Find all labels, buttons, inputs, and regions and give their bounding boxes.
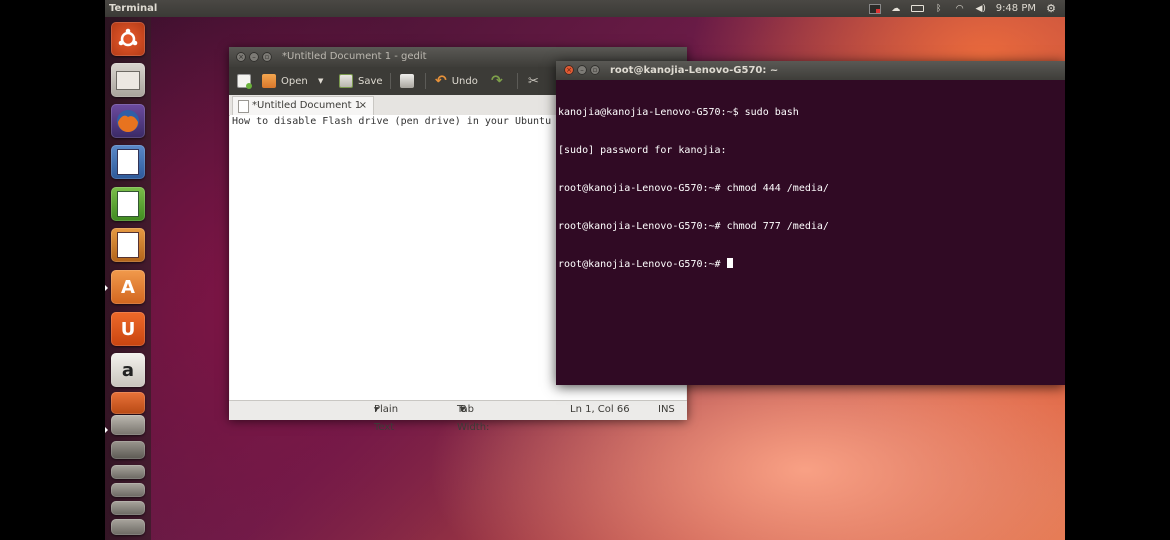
top-panel: Terminal ☁ ᛒ ◠ ◀) 9:48 PM ⚙ xyxy=(105,0,1065,17)
tab-close-icon[interactable]: × xyxy=(359,97,367,115)
libreoffice-impress-icon[interactable] xyxy=(111,228,145,262)
minimize-icon[interactable]: – xyxy=(577,65,587,75)
scissors-icon: ✂ xyxy=(528,73,539,89)
firefox-icon[interactable] xyxy=(111,104,145,138)
chevron-down-icon: ▼ xyxy=(374,406,379,413)
editor-text: How to disable Flash drive (pen drive) i… xyxy=(232,116,552,127)
update-manager-icon[interactable] xyxy=(111,392,145,414)
undo-icon: ↶ xyxy=(435,73,447,89)
terminal-line: [sudo] password for kanojia: xyxy=(558,144,727,156)
window-buttons: × – ▫ xyxy=(236,52,272,62)
undo-label: Undo xyxy=(451,75,478,87)
chevron-down-icon: ▼ xyxy=(318,77,324,85)
cloud-icon[interactable]: ☁ xyxy=(890,4,902,14)
active-pip xyxy=(105,427,108,433)
save-button[interactable]: Save xyxy=(339,74,383,88)
open-recent-dropdown[interactable]: ▼ xyxy=(318,74,323,88)
cursor xyxy=(726,258,733,269)
redo-button[interactable]: ↷ xyxy=(491,73,503,89)
wifi-icon[interactable]: ◠ xyxy=(954,4,966,14)
status-bar: Plain Text ▼ Tab Width: 8 ▼ Ln 1, Col 66… xyxy=(229,400,687,433)
cursor-position: Ln 1, Col 66 xyxy=(570,404,630,415)
insert-mode: INS xyxy=(658,404,675,415)
terminal-line: root@kanojia-Lenovo-G570:~# chmod 444 /m… xyxy=(558,182,829,194)
toolbar-separator xyxy=(517,73,518,89)
save-label: Save xyxy=(358,75,383,87)
save-icon xyxy=(339,74,353,88)
folder-open-icon xyxy=(262,74,276,88)
cut-button[interactable]: ✂ xyxy=(528,73,539,89)
minimize-icon[interactable]: – xyxy=(249,52,259,62)
new-document-button[interactable] xyxy=(237,74,252,89)
system-tray: ☁ ᛒ ◠ ◀) 9:48 PM ⚙ xyxy=(868,0,1057,17)
libreoffice-writer-icon[interactable] xyxy=(111,145,145,179)
redo-icon: ↷ xyxy=(491,73,503,89)
terminal-prompt-line: root@kanojia-Lenovo-G570:~# xyxy=(558,258,829,272)
terminal-output[interactable]: kanojia@kanojia-Lenovo-G570:~$ sudo bash… xyxy=(558,82,829,297)
power-gear-icon[interactable]: ⚙ xyxy=(1045,3,1057,14)
trash-icon[interactable] xyxy=(111,519,145,535)
dash-home-icon[interactable] xyxy=(111,22,145,56)
active-pip xyxy=(105,285,108,291)
desktop: Terminal ☁ ᛒ ◠ ◀) 9:48 PM ⚙ A U a × – ▫ … xyxy=(105,0,1065,540)
ubuntu-one-icon[interactable]: U xyxy=(111,312,145,346)
clock[interactable]: 9:48 PM xyxy=(996,0,1036,17)
toolbar-separator xyxy=(425,73,426,89)
printer-icon xyxy=(400,74,414,88)
window-title: *Untitled Document 1 - gedit xyxy=(282,51,427,62)
terminal-prompt: root@kanojia-Lenovo-G570:~# xyxy=(558,259,727,271)
toolbar-separator xyxy=(390,73,391,89)
tab-width-selector[interactable]: Tab Width: 8 ▼ xyxy=(457,401,489,433)
print-button[interactable] xyxy=(400,74,414,88)
open-button[interactable]: Open xyxy=(262,74,308,88)
terminal-line: root@kanojia-Lenovo-G570:~# chmod 777 /m… xyxy=(558,220,829,232)
terminal-icon[interactable] xyxy=(111,415,145,435)
volume-icon[interactable]: ◀) xyxy=(975,4,987,14)
amazon-icon[interactable]: a xyxy=(111,353,145,387)
close-icon[interactable]: × xyxy=(564,65,574,75)
terminal-window[interactable]: × – ▫ root@kanojia-Lenovo-G570: ~ kanoji… xyxy=(556,61,1065,385)
software-center-icon[interactable]: A xyxy=(111,270,145,304)
open-label: Open xyxy=(281,75,308,87)
active-app-title: Terminal xyxy=(109,3,158,14)
maximize-icon[interactable]: ▫ xyxy=(262,52,272,62)
window-title: root@kanojia-Lenovo-G570: ~ xyxy=(610,65,779,76)
terminal-titlebar[interactable]: × – ▫ root@kanojia-Lenovo-G570: ~ xyxy=(556,61,1065,80)
terminal-line: kanojia@kanojia-Lenovo-G570:~$ sudo bash xyxy=(558,107,799,119)
launcher: A U a xyxy=(105,17,151,540)
tab-untitled-document-1[interactable]: *Untitled Document 1 × xyxy=(232,96,374,115)
undo-button[interactable]: ↶ Undo xyxy=(435,73,478,89)
close-icon[interactable]: × xyxy=(236,52,246,62)
chevron-down-icon: ▼ xyxy=(460,406,465,413)
libreoffice-calc-icon[interactable] xyxy=(111,187,145,221)
bluetooth-icon[interactable]: ᛒ xyxy=(933,4,945,14)
battery-icon[interactable] xyxy=(910,5,924,12)
launcher-stack-icon[interactable] xyxy=(111,465,145,479)
launcher-stack-icon[interactable] xyxy=(111,501,145,515)
launcher-stack-icon[interactable] xyxy=(111,483,145,497)
workspaces-icon[interactable] xyxy=(111,441,145,459)
recording-icon[interactable] xyxy=(868,3,881,14)
maximize-icon[interactable]: ▫ xyxy=(590,65,600,75)
window-buttons: × – ▫ xyxy=(564,65,600,75)
new-document-icon xyxy=(237,74,252,89)
files-icon[interactable] xyxy=(111,63,145,97)
tab-label: *Untitled Document 1 xyxy=(252,100,362,111)
document-icon xyxy=(238,100,249,113)
